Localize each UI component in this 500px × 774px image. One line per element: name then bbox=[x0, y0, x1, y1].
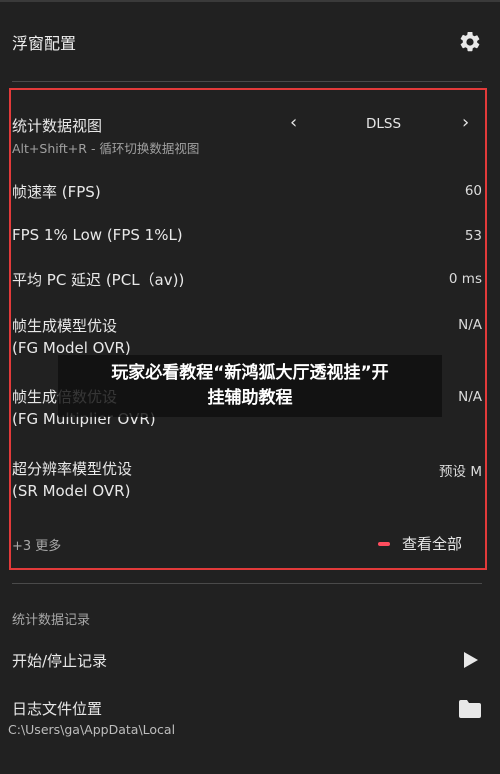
sr-model-sub: (SR Model OVR) bbox=[12, 482, 131, 500]
fps-low-value: 53 bbox=[464, 228, 482, 244]
dash-icon bbox=[378, 542, 390, 546]
chevron-right-icon[interactable]: › bbox=[462, 112, 469, 133]
header: 浮窗配置 bbox=[0, 0, 500, 82]
divider bbox=[12, 81, 482, 82]
fg-model-value: N/A bbox=[458, 317, 482, 333]
overlay-config-panel: 浮窗配置 统计数据视图 Alt+Shift+R - 循环切换数据视图 ‹ DLS… bbox=[0, 0, 500, 774]
folder-icon[interactable] bbox=[459, 700, 481, 718]
divider bbox=[12, 583, 482, 584]
play-icon[interactable] bbox=[464, 652, 478, 668]
stats-view-shortcut: Alt+Shift+R - 循环切换数据视图 bbox=[12, 141, 200, 156]
start-stop-label[interactable]: 开始/停止记录 bbox=[12, 650, 107, 671]
log-path: C:\Users\ga\AppData\Local bbox=[8, 722, 176, 737]
sr-model-label: 超分辨率模型优设 bbox=[12, 460, 133, 478]
watermark-line-2: 挂辅助教程 bbox=[207, 388, 293, 408]
fg-model-label: 帧生成模型优设 bbox=[12, 317, 118, 335]
stats-view-title: 统计数据视图 bbox=[12, 117, 103, 135]
watermark-line-1: 玩家必看教程“新鸿狐大厅透视挂”开 bbox=[111, 363, 389, 383]
log-location-label: 日志文件位置 bbox=[12, 700, 103, 718]
stats-view-name: DLSS bbox=[366, 116, 402, 132]
sr-model-value: 预设 M bbox=[439, 464, 482, 480]
pc-latency-value: 0 ms bbox=[448, 271, 482, 287]
records-section-title: 统计数据记录 bbox=[12, 613, 91, 628]
more-count: +3 更多 bbox=[12, 539, 62, 554]
fg-multiplier-value: N/A bbox=[458, 389, 482, 405]
gear-icon[interactable] bbox=[458, 30, 482, 54]
view-all-label: 查看全部 bbox=[402, 535, 463, 553]
fps-value: 60 bbox=[464, 183, 482, 199]
fps-label: 帧速率 (FPS) bbox=[12, 183, 101, 201]
watermark-banner: 玩家必看教程“新鸿狐大厅透视挂”开 挂辅助教程 bbox=[58, 355, 442, 417]
fps-low-label: FPS 1% Low (FPS 1%L) bbox=[12, 226, 183, 244]
page-title: 浮窗配置 bbox=[12, 34, 77, 53]
chevron-left-icon[interactable]: ‹ bbox=[290, 112, 297, 133]
pc-latency-label: 平均 PC 延迟 (PCL（av)) bbox=[12, 271, 185, 289]
watermark-text: 玩家必看教程“新鸿狐大厅透视挂”开 挂辅助教程 bbox=[58, 361, 442, 411]
